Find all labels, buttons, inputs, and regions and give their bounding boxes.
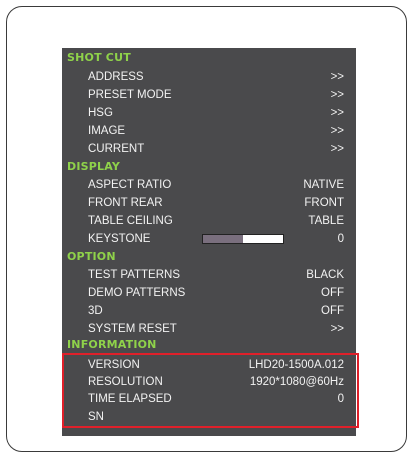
keystone-slider[interactable] [202, 234, 284, 244]
menu-item-value: NATIVE [303, 179, 344, 191]
menu-item-value: BLACK [306, 269, 344, 281]
menu-item-label: IMAGE [88, 125, 126, 137]
menu-item-value: OFF [321, 305, 344, 317]
menu-item-test-patterns[interactable]: TEST PATTERNS BLACK [88, 267, 344, 284]
submenu-arrow-icon: >> [330, 125, 344, 137]
menu-item-label: 3D [88, 305, 103, 317]
section-title-display: DISPLAY [67, 160, 121, 173]
menu-item-label: DEMO PATTERNS [88, 287, 186, 299]
menu-item-label: SYSTEM RESET [88, 323, 177, 335]
submenu-arrow-icon: >> [330, 89, 344, 101]
menu-item-table-ceiling[interactable]: TABLE CEILING TABLE [88, 213, 344, 230]
menu-item-value: FRONT [304, 197, 344, 209]
menu-item-label: CURRENT [88, 143, 145, 155]
section-title-shot-cut: SHOT CUT [67, 51, 131, 64]
menu-item-label: FRONT REAR [88, 197, 163, 209]
menu-item-label: HSG [88, 107, 113, 119]
menu-item-3d[interactable]: 3D OFF [88, 303, 344, 320]
menu-item-aspect-ratio[interactable]: ASPECT RATIO NATIVE [88, 177, 344, 194]
menu-item-label: TEST PATTERNS [88, 269, 181, 281]
menu-item-current[interactable]: CURRENT >> [88, 141, 344, 158]
menu-item-label: TABLE CEILING [88, 215, 173, 227]
submenu-arrow-icon: >> [330, 107, 344, 119]
menu-item-value: TABLE [308, 215, 344, 227]
menu-item-system-reset[interactable]: SYSTEM RESET >> [88, 321, 344, 338]
menu-item-front-rear[interactable]: FRONT REAR FRONT [88, 195, 344, 212]
submenu-arrow-icon: >> [330, 71, 344, 83]
menu-item-hsg[interactable]: HSG >> [88, 105, 344, 122]
submenu-arrow-icon: >> [330, 323, 344, 335]
menu-item-address[interactable]: ADDRESS >> [88, 69, 344, 86]
menu-item-demo-patterns[interactable]: DEMO PATTERNS OFF [88, 285, 344, 302]
menu-item-preset-mode[interactable]: PRESET MODE >> [88, 87, 344, 104]
menu-item-keystone[interactable]: KEYSTONE 0 [88, 231, 344, 248]
menu-item-label: PRESET MODE [88, 89, 172, 101]
keystone-slider-fill [203, 235, 243, 243]
menu-item-label: ADDRESS [88, 71, 144, 83]
menu-item-image[interactable]: IMAGE >> [88, 123, 344, 140]
section-title-information: INFORMATION [67, 338, 157, 351]
menu-item-value: OFF [321, 287, 344, 299]
submenu-arrow-icon: >> [330, 143, 344, 155]
menu-item-label: KEYSTONE [88, 233, 151, 245]
menu-item-label: ASPECT RATIO [88, 179, 172, 191]
section-title-option: OPTION [67, 250, 116, 263]
information-highlight-box [62, 353, 359, 428]
menu-item-value: 0 [337, 233, 344, 245]
